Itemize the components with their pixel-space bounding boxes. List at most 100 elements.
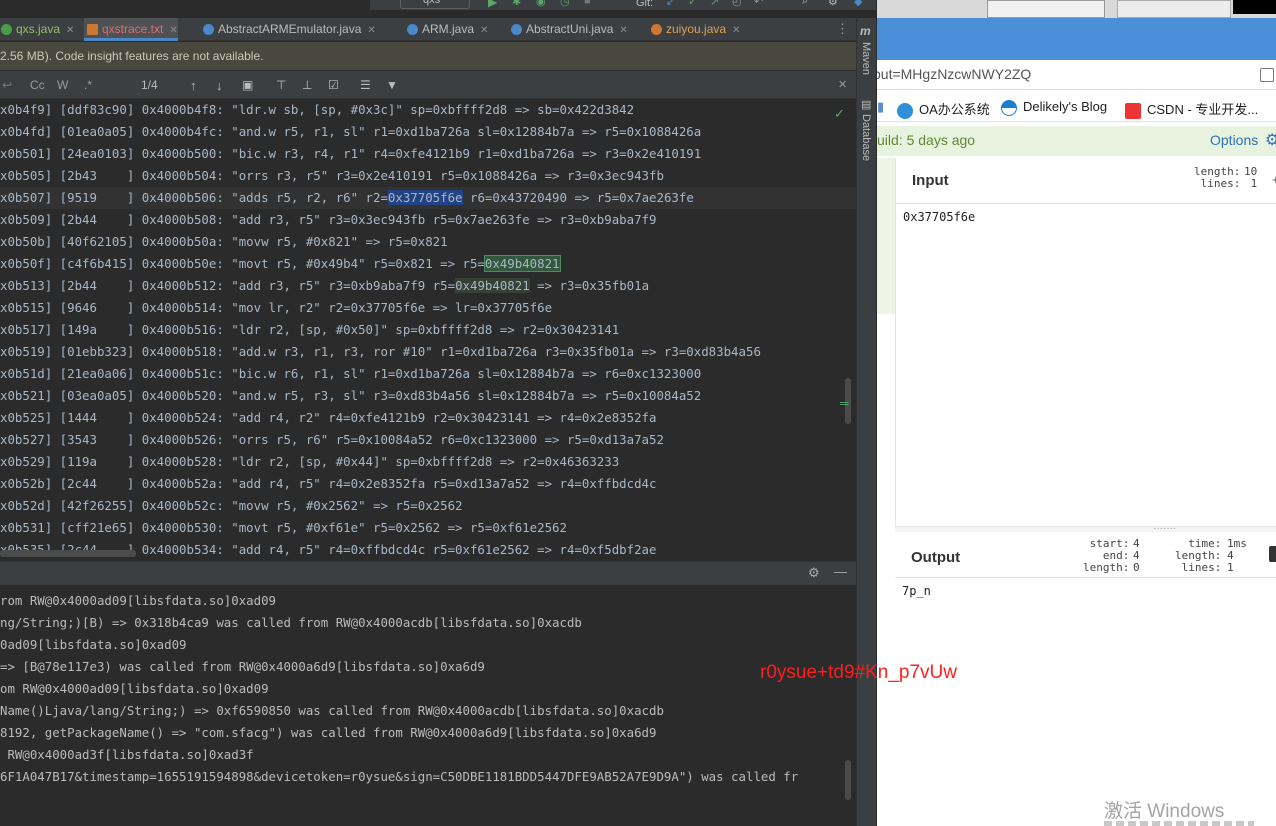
filter-icon[interactable]: ▼ — [386, 78, 400, 92]
output-header: Output start: end: length: 4 4 0 time: l… — [895, 532, 1276, 578]
tab-zuiyou-java[interactable]: zuiyou.java ✕ — [648, 18, 740, 41]
address-bar[interactable]: put=MHgzNzcwNWY2ZQ — [877, 60, 1276, 90]
maven-icon[interactable]: m — [860, 24, 871, 38]
code-line: x0b517] [149a ] 0x4000b516: "ldr r2, [sp… — [0, 322, 620, 337]
select-occurrence-icon[interactable]: ☑ — [328, 78, 342, 92]
window-strip — [877, 0, 1276, 18]
code-line: x0b509] [2b44 ] 0x4000b508: "add r3, r5"… — [0, 212, 657, 227]
tab-qxstrace-txt[interactable]: qxstrace.txt ✕ — [84, 18, 178, 41]
code-line: x0b529] [119a ] 0x4000b528: "ldr r2, [sp… — [0, 454, 620, 469]
find-history-icon[interactable]: ↩ — [2, 78, 12, 92]
code-text: r6=0x43720490 => r5=0x7ae263fe — [462, 190, 694, 205]
code-line: x0b501] [24ea0103] 0x4000b500: "bic.w r3… — [0, 146, 702, 161]
maven-tool-button[interactable]: Maven — [860, 42, 872, 75]
console-output[interactable]: rom RW@0x4000ad09[libsfdata.so]0xad09 ng… — [0, 585, 856, 826]
blog-icon — [1001, 99, 1017, 116]
add-input-icon[interactable]: + — [1272, 172, 1276, 187]
output-meta-values-2: 1ms 4 1 — [1227, 537, 1247, 574]
console-line: ng/String;)[B) => 0x318b4ca9 was called … — [0, 615, 582, 630]
gear-icon[interactable]: ⚙ — [1265, 130, 1276, 150]
close-icon[interactable]: ✕ — [480, 25, 488, 36]
console-line: 0ad09[libsfdata.so]0xad09 — [0, 637, 187, 652]
reader-mode-icon[interactable] — [1260, 68, 1274, 82]
next-occurrence-icon[interactable]: ↓ — [216, 78, 230, 93]
output-meta-labels-2: time: length: lines: — [1175, 537, 1222, 574]
settings-icon[interactable]: ⚙ — [828, 0, 840, 8]
output-text[interactable]: 7p_n — [902, 584, 931, 598]
close-icon[interactable]: ✕ — [367, 25, 375, 36]
editor-horizontal-scrollbar[interactable] — [0, 550, 136, 557]
bookmarks-bar: ▮ OA办公系统 Delikely's Blog CSDN - 专业开发... — [877, 92, 1276, 122]
input-title: Input — [912, 172, 949, 189]
remove-selection-icon[interactable]: ⊥ — [302, 78, 316, 92]
code-line: x0b527] [3543 ] 0x4000b526: "orrs r5, r6… — [0, 432, 664, 447]
close-icon[interactable]: ✕ — [66, 25, 74, 36]
find-bar: ↩ Cc W .* 1/4 ↑ ↓ ▣ ⊤ ⊥ ☑ ☰ ▼ ✕ — [0, 71, 856, 99]
browser-titlebar — [877, 18, 1276, 60]
gear-icon[interactable]: ⚙ — [808, 565, 820, 581]
regex-toggle[interactable]: .* — [84, 78, 92, 92]
bookmark-csdn[interactable]: CSDN - 专业开发... — [1125, 99, 1258, 119]
tab-qxs-java[interactable]: qxs.java ✕ — [0, 18, 74, 41]
run-icon[interactable]: ▶ — [488, 0, 500, 9]
more-tabs-icon[interactable]: ⋮ — [836, 21, 849, 37]
code-line: x0b50f] [c4f6b415] 0x4000b50e: "movt r5,… — [0, 253, 856, 275]
inspection-ok-icon[interactable]: ✓ — [834, 106, 845, 122]
search-icon[interactable]: ⌕ — [802, 0, 814, 7]
previous-occurrence-icon[interactable]: ↑ — [190, 78, 204, 93]
close-icon[interactable]: ✕ — [732, 25, 740, 36]
stop-icon[interactable]: ■ — [584, 0, 596, 7]
csdn-icon — [1125, 102, 1141, 119]
code-line: x0b513] [2b44 ] 0x4000b512: "add r3, r5"… — [0, 275, 856, 297]
vcs-commit-icon[interactable]: ✓ — [688, 0, 700, 8]
console-line: om RW@0x4000ad09[libsfdata.so]0xad09 — [0, 681, 269, 696]
vcs-push-icon[interactable]: ↗ — [710, 0, 722, 8]
code-line: x0b4f9] [ddf83c90] 0x4000b4f8: "ldr.w sb… — [0, 102, 635, 117]
database-icon[interactable]: ▤ — [861, 98, 871, 111]
close-icon[interactable]: ✕ — [619, 25, 627, 36]
background-window — [987, 0, 1105, 18]
windows-activation-watermark: 激活 Windows — [1104, 801, 1225, 822]
code-editor[interactable]: x0b4f9] [ddf83c90] 0x4000b4f8: "ldr.w sb… — [0, 99, 856, 561]
file-size-notice: 2.56 MB). Code insight features are not … — [0, 42, 856, 70]
debug-icon[interactable]: ✱ — [512, 0, 524, 8]
close-icon[interactable]: ✕ — [169, 25, 177, 36]
console-scrollbar[interactable] — [845, 760, 851, 800]
bookmark-delikely[interactable]: Delikely's Blog — [1001, 99, 1107, 116]
input-textarea[interactable]: 0x37705f6e — [903, 210, 975, 224]
filter-lines-icon[interactable]: ☰ — [360, 78, 374, 92]
tab-abstractuni-java[interactable]: AbstractUni.java ✕ — [508, 18, 628, 41]
code-text: x0b507] [9519 ] 0x4000b506: "adds r5, r2… — [0, 190, 388, 205]
plugin-icon[interactable]: ◆ — [854, 0, 866, 8]
annotation-text: r0ysue+td9#Kn_p7vUw — [760, 662, 957, 683]
vcs-history-icon[interactable]: ◴ — [732, 0, 744, 8]
database-tool-button[interactable]: Database — [860, 114, 872, 161]
save-output-icon[interactable] — [1269, 546, 1276, 562]
output-meta-values-1: 4 4 0 — [1133, 537, 1140, 574]
add-selection-icon[interactable]: ⊤ — [276, 78, 290, 92]
match-case-toggle[interactable]: Cc — [30, 78, 45, 92]
run-config-select[interactable]: qxs — [400, 0, 470, 9]
tab-abstractarmemulator-java[interactable]: AbstractARMEmulator.java ✕ — [200, 18, 376, 41]
address-text: put=MHgzNzcwNWY2ZQ — [877, 66, 1032, 82]
profile-icon[interactable]: ◷ — [560, 0, 572, 8]
console-line: RW@0x4000ad3f[libsfdata.so]0xad3f — [0, 747, 254, 762]
tab-arm-java[interactable]: ARM.java ✕ — [404, 18, 488, 41]
code-line-current: x0b507] [9519 ] 0x4000b506: "adds r5, r2… — [0, 187, 856, 209]
output-meta-labels-1: start: end: length: — [1083, 537, 1130, 574]
java-class-icon — [511, 24, 522, 35]
options-link[interactable]: Options — [1210, 132, 1258, 148]
vcs-revert-icon[interactable]: ↶ — [754, 0, 766, 8]
watermark-subtext — [1104, 821, 1254, 826]
vcs-update-icon[interactable]: ↙ — [666, 0, 678, 8]
search-match: 0x49b40821 — [483, 255, 561, 272]
minimize-icon[interactable]: — — [834, 564, 847, 579]
select-all-occurrences-icon[interactable]: ▣ — [242, 78, 256, 92]
search-match: 0x49b40821 — [455, 278, 530, 293]
coverage-icon[interactable]: ◉ — [536, 0, 548, 8]
close-find-icon[interactable]: ✕ — [838, 78, 852, 92]
code-line: x0b50b] [40f62105] 0x4000b50a: "movw r5,… — [0, 234, 448, 249]
whole-words-toggle[interactable]: W — [57, 78, 68, 92]
output-title: Output — [911, 549, 961, 566]
bookmark-oa[interactable]: OA办公系统 — [897, 99, 990, 119]
